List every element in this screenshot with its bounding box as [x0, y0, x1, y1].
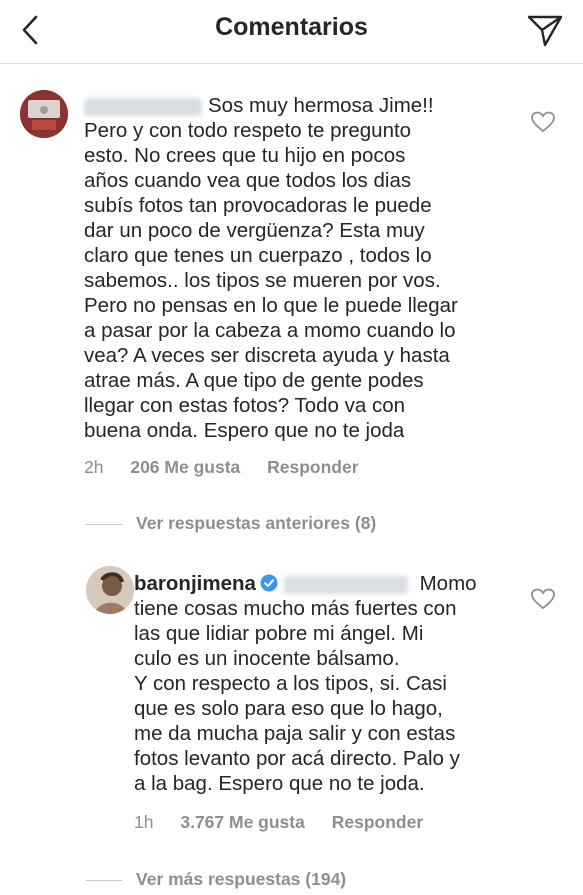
comment-line: baronjimena Momo	[134, 571, 514, 596]
comment-line: sabemos.. los tipos se mueren por vos.	[84, 269, 441, 292]
comment-meta: 1h 3.767 Me gusta Responder	[134, 812, 445, 833]
comment-line: subís fotos tan provocadoras le puede	[84, 194, 432, 217]
comment-line: a la bag. Espero que no te joda.	[134, 772, 425, 795]
avatar-photo-icon	[20, 90, 68, 138]
comment-line: vea? A veces ser discreta ayuda y hasta	[84, 344, 450, 367]
heart-icon[interactable]	[530, 110, 556, 134]
comment-line: dar un poco de vergüenza? Esta muy	[84, 219, 425, 242]
view-more-replies-label: Ver más respuestas (194)	[136, 869, 347, 889]
comment-line: que es solo para eso que lo hago,	[134, 697, 443, 720]
comment-time: 2h	[84, 457, 104, 477]
comment-meta: 2h 206 Me gusta Responder	[84, 457, 381, 478]
heart-icon[interactable]	[530, 587, 556, 611]
avatar[interactable]	[20, 90, 68, 138]
view-more-replies-link[interactable]: Ver más respuestas (194)	[86, 869, 346, 890]
comment-line: esto. No crees que tu hijo en pocos	[84, 144, 406, 167]
reply-button[interactable]: Responder	[267, 457, 358, 477]
reply-button[interactable]: Responder	[332, 812, 423, 832]
avatar-photo-icon	[86, 566, 134, 614]
comment-line: Pero no pensas en lo que le puede llegar	[84, 294, 458, 317]
comment-line: años cuando vea que todos los dias	[84, 169, 412, 192]
comment-line: las que lidiar pobre mi ángel. Mi	[134, 622, 424, 645]
comment-line: Pero y con todo respeto te pregunto	[84, 119, 412, 142]
comment-line-text: Sos muy hermosa Jime!!	[208, 94, 434, 117]
comment-line: atrae más. A que tipo de gente podes	[84, 369, 424, 392]
mentioned-username-blurred[interactable]	[283, 575, 408, 594]
thread-divider	[86, 523, 122, 525]
comment-line: Sos muy hermosa Jime!!	[84, 93, 464, 118]
thread-divider	[86, 879, 122, 881]
verified-badge-icon	[260, 574, 278, 592]
view-previous-replies-link[interactable]: Ver respuestas anteriores (8)	[86, 513, 376, 534]
comment-line: a pasar por la cabeza a momo cuando lo	[84, 319, 456, 342]
comment-line: me da mucha paja salir y con estas	[134, 722, 456, 745]
username-link[interactable]: baronjimena	[134, 572, 256, 595]
blurred-username[interactable]	[84, 97, 202, 116]
likes-count-link[interactable]: 3.767 Me gusta	[180, 812, 305, 832]
comment-line: culo es un inocente bálsamo.	[134, 647, 400, 670]
comment-text: Sos muy hermosa Jime!! Pero y con todo r…	[84, 93, 464, 443]
comment-line: tiene cosas mucho más fuertes con	[134, 597, 457, 620]
header-bar: Comentarios	[0, 0, 583, 64]
comment-text: baronjimena Momo tiene cosas mucho más f…	[134, 571, 514, 796]
comment-line: llegar con estas fotos? Todo va con	[84, 394, 405, 417]
avatar[interactable]	[86, 566, 134, 614]
paper-plane-icon[interactable]	[525, 10, 565, 50]
comment-line: Y con respecto a los tipos, si. Casi	[134, 672, 447, 695]
comment-time: 1h	[134, 812, 154, 832]
page-title: Comentarios	[215, 13, 368, 41]
comment-line-text: Momo	[419, 572, 477, 595]
comment-line: claro que tenes un cuerpazo , todos lo	[84, 244, 432, 267]
comment-line: buena onda. Espero que no te joda	[84, 419, 405, 442]
comment-line: fotos levanto por acá directo. Palo y	[134, 747, 460, 770]
view-previous-replies-label: Ver respuestas anteriores (8)	[136, 513, 377, 533]
likes-count-link[interactable]: 206 Me gusta	[130, 457, 240, 477]
